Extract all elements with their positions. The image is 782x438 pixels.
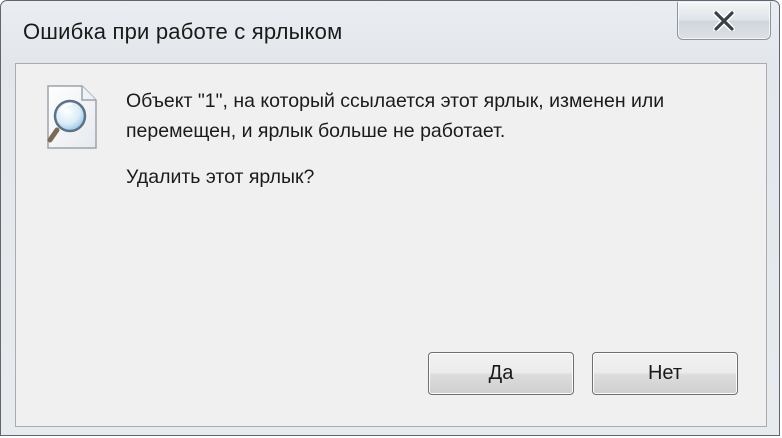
title-bar[interactable]: Ошибка при работе с ярлыком: [1, 1, 779, 63]
yes-button[interactable]: Да: [428, 352, 574, 395]
dialog-content: Объект "1", на который ссылается этот яр…: [15, 63, 767, 427]
error-message: Объект "1", на который ссылается этот яр…: [126, 90, 665, 142]
close-button[interactable]: [677, 2, 771, 40]
file-magnifier-icon: [47, 85, 97, 149]
confirm-question: Удалить этот ярлык?: [126, 166, 315, 188]
dialog-window: Ошибка при работе с ярлыком Объект "1", …: [0, 0, 780, 436]
no-button[interactable]: Нет: [592, 352, 738, 395]
window-title: Ошибка при работе с ярлыком: [23, 19, 343, 44]
close-icon: [713, 10, 735, 31]
